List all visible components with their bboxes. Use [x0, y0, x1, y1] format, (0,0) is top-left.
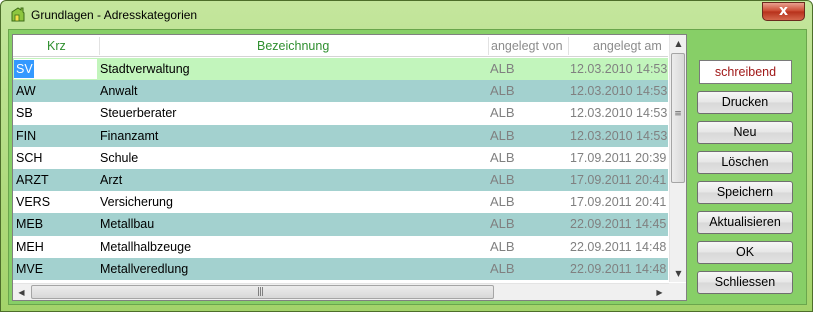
- cell-bezeichnung[interactable]: Stadtverwaltung: [100, 62, 485, 76]
- status-field: schreibend: [699, 60, 792, 84]
- cell-angelegt-von: ALB: [490, 61, 515, 76]
- scroll-left-arrow-icon[interactable]: ◀: [13, 284, 30, 301]
- cell-krz[interactable]: SCH: [16, 151, 96, 165]
- column-header-angelegt-am[interactable]: angelegt am: [593, 39, 662, 53]
- table-row[interactable]: SV Stadtverwaltung ALB 12.03.2010 14:53: [13, 58, 668, 81]
- grip-icon: |||: [257, 287, 264, 297]
- scroll-up-arrow-icon[interactable]: ▲: [670, 35, 687, 52]
- table-row[interactable]: FIN Finanzamt ALB 12.03.2010 14:53: [13, 124, 668, 147]
- cell-bezeichnung[interactable]: Schule: [100, 151, 485, 165]
- cell-angelegt-von: ALB: [490, 127, 515, 143]
- speichern-button[interactable]: Speichern: [697, 181, 793, 204]
- cell-angelegt-am: 17.09.2011 20:41: [570, 172, 667, 187]
- cell-bezeichnung[interactable]: Steuerberater: [100, 106, 485, 120]
- table-row[interactable]: MEH Metallhalbzeuge ALB 22.09.2011 14:48: [13, 235, 668, 258]
- loeschen-button[interactable]: Löschen: [697, 151, 793, 174]
- close-icon: x: [778, 3, 789, 19]
- cell-krz[interactable]: VERS: [16, 195, 96, 209]
- drucken-button[interactable]: Drucken: [697, 91, 793, 114]
- table-row[interactable]: SCH Schule ALB 17.09.2011 20:39: [13, 146, 668, 169]
- cell-bezeichnung[interactable]: Arzt: [100, 173, 485, 187]
- column-header-angelegt-von[interactable]: angelegt von: [491, 39, 563, 53]
- cell-bezeichnung[interactable]: Anwalt: [100, 84, 485, 98]
- table-row[interactable]: ARZT Arzt ALB 17.09.2011 20:41: [13, 168, 668, 192]
- close-button[interactable]: x: [762, 2, 805, 21]
- horizontal-scroll-thumb[interactable]: |||: [31, 285, 494, 299]
- grid-header: Krz Bezeichnung angelegt von angelegt am: [13, 35, 668, 57]
- cell-krz[interactable]: MEH: [16, 240, 96, 254]
- cell-krz[interactable]: SV: [16, 62, 96, 76]
- cell-krz[interactable]: AW: [16, 84, 96, 98]
- cell-angelegt-von: ALB: [490, 83, 515, 99]
- vertical-scroll-thumb[interactable]: ≡: [671, 53, 685, 183]
- cell-angelegt-am: 17.09.2011 20:41: [570, 195, 667, 210]
- cell-angelegt-von: ALB: [490, 105, 515, 121]
- scroll-down-arrow-icon[interactable]: ▼: [670, 265, 687, 282]
- column-header-bezeichnung[interactable]: Bezeichnung: [257, 39, 329, 53]
- cell-angelegt-von: ALB: [490, 238, 515, 254]
- cell-bezeichnung[interactable]: Versicherung: [100, 195, 485, 209]
- cell-bezeichnung[interactable]: Metallhalbzeuge: [100, 240, 485, 254]
- scroll-right-arrow-icon[interactable]: ▶: [651, 284, 668, 301]
- cell-bezeichnung[interactable]: Metallveredlung: [100, 262, 485, 276]
- title-bar[interactable]: Grundlagen - Adresskategorien x: [1, 1, 812, 29]
- categories-grid[interactable]: Krz Bezeichnung angelegt von angelegt am…: [12, 34, 687, 301]
- vertical-scrollbar[interactable]: ▲ ≡ ▼: [669, 35, 686, 282]
- window-title: Grundlagen - Adresskategorien: [31, 8, 198, 22]
- cell-krz[interactable]: MEB: [16, 217, 96, 231]
- cell-angelegt-von: ALB: [490, 194, 515, 210]
- dialog-window: Grundlagen - Adresskategorien x Krz Beze…: [0, 0, 813, 312]
- cell-angelegt-am: 17.09.2011 20:39: [570, 150, 667, 165]
- cell-angelegt-von: ALB: [490, 149, 515, 165]
- cell-angelegt-am: 22.09.2011 14:45: [570, 217, 667, 232]
- grid-rows: SV Stadtverwaltung ALB 12.03.2010 14:53 …: [13, 58, 668, 280]
- schliessen-button[interactable]: Schliessen: [697, 271, 793, 294]
- cell-angelegt-am: 12.03.2010 14:53: [570, 106, 668, 121]
- cell-angelegt-am: 12.03.2010 14:53: [570, 128, 668, 143]
- table-row[interactable]: VERS Versicherung ALB 17.09.2011 20:41: [13, 191, 668, 214]
- cell-krz[interactable]: FIN: [16, 129, 96, 143]
- cell-krz[interactable]: ARZT: [16, 173, 96, 187]
- cell-krz[interactable]: MVE: [16, 262, 96, 276]
- table-row[interactable]: AW Anwalt ALB 12.03.2010 14:53: [13, 80, 668, 103]
- cell-angelegt-am: 22.09.2011 14:48: [570, 261, 667, 276]
- app-icon: [11, 7, 25, 22]
- ok-button[interactable]: OK: [697, 241, 793, 264]
- cell-angelegt-am: 12.03.2010 14:53: [570, 62, 668, 76]
- grip-icon: ≡: [674, 109, 682, 119]
- aktualisieren-button[interactable]: Aktualisieren: [697, 211, 793, 234]
- scrollbar-corner: [669, 283, 686, 300]
- table-row[interactable]: MVE Metallveredlung ALB 22.09.2011 14:48: [13, 257, 668, 280]
- cell-angelegt-von: ALB: [490, 171, 515, 187]
- table-row[interactable]: SB Steuerberater ALB 12.03.2010 14:53: [13, 102, 668, 125]
- cell-angelegt-am: 22.09.2011 14:48: [570, 239, 667, 254]
- cell-angelegt-am: 12.03.2010 14:53: [570, 84, 668, 99]
- cell-bezeichnung[interactable]: Finanzamt: [100, 129, 485, 143]
- table-row[interactable]: MEB Metallbau ALB 22.09.2011 14:45: [13, 213, 668, 236]
- cell-krz[interactable]: SB: [16, 106, 96, 120]
- column-header-krz[interactable]: Krz: [47, 39, 66, 53]
- cell-bezeichnung[interactable]: Metallbau: [100, 217, 485, 231]
- client-area: Krz Bezeichnung angelegt von angelegt am…: [8, 29, 807, 305]
- cell-angelegt-von: ALB: [490, 260, 515, 276]
- neu-button[interactable]: Neu: [697, 121, 793, 144]
- cell-angelegt-von: ALB: [490, 216, 515, 232]
- horizontal-scrollbar[interactable]: ◀ ||| ▶: [13, 283, 669, 300]
